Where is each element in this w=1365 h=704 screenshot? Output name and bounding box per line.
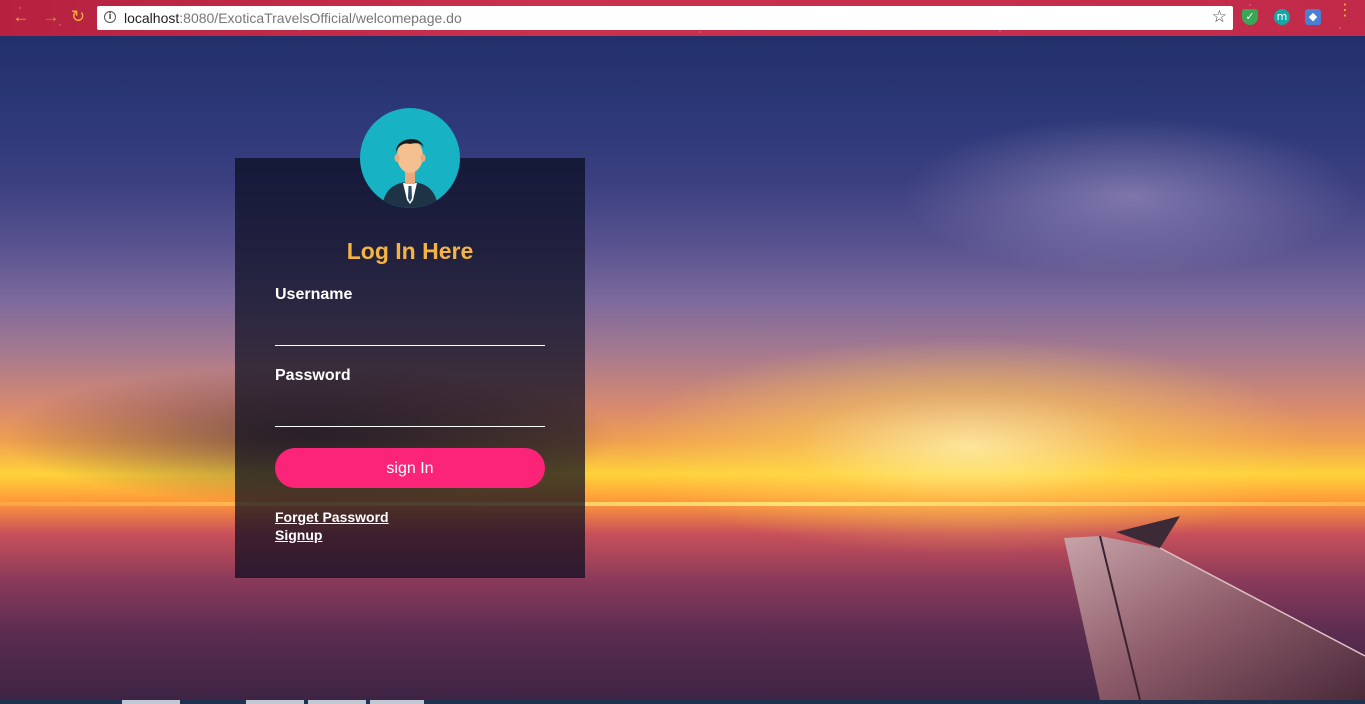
browser-menu-icon[interactable]: ⋮ (1337, 3, 1353, 28)
user-avatar-icon (360, 108, 460, 208)
address-bar[interactable]: i localhost:8080/ExoticaTravelsOfficial/… (97, 6, 1233, 30)
username-label: Username (275, 286, 353, 303)
signup-link[interactable]: Signup (275, 527, 322, 543)
sunset-background (0, 36, 1365, 700)
cloud (900, 116, 1360, 276)
forward-arrow-icon[interactable]: → (41, 7, 61, 27)
sign-in-button[interactable]: sign In (275, 448, 545, 488)
username-input[interactable] (275, 320, 545, 346)
taskbar-item[interactable] (122, 700, 180, 704)
browser-toolbar: ← → ↻ i localhost:8080/ExoticaTravelsOff… (0, 0, 1365, 36)
back-arrow-icon[interactable]: ← (11, 7, 31, 27)
url-host: localhost (124, 10, 180, 26)
login-title: Log In Here (346, 238, 474, 264)
reload-icon[interactable]: ↻ (68, 7, 88, 27)
airplane-wing (1064, 516, 1365, 700)
url-path: :8080/ExoticaTravelsOfficial/welcomepage… (179, 10, 462, 26)
cube-extension-icon[interactable]: ◆ (1305, 9, 1321, 25)
taskbar-item[interactable] (370, 700, 424, 704)
forgot-password-link[interactable]: Forget Password (275, 509, 389, 525)
taskbar-item[interactable] (246, 700, 304, 704)
url-text[interactable]: localhost:8080/ExoticaTravelsOfficial/we… (124, 10, 462, 26)
taskbar (0, 700, 1365, 704)
taskbar-item[interactable] (308, 700, 366, 704)
shield-extension-icon[interactable]: ✓ (1242, 9, 1258, 25)
bookmark-star-icon[interactable]: ☆ (1212, 7, 1227, 27)
password-label: Password (275, 367, 351, 384)
password-input[interactable] (275, 401, 545, 427)
info-icon[interactable]: i (104, 11, 116, 23)
m-extension-icon[interactable]: m (1274, 9, 1290, 25)
